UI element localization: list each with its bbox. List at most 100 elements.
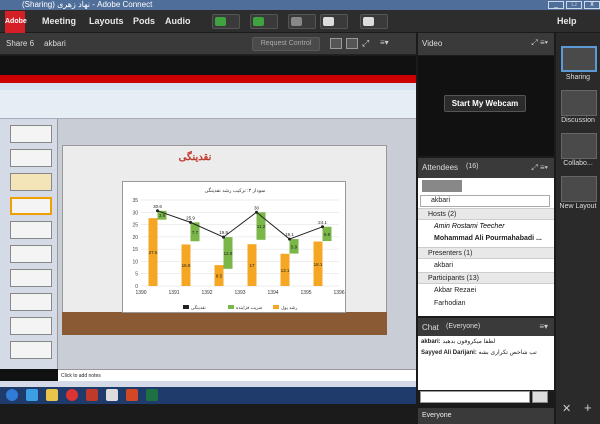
- slide-thumbnail[interactable]: [10, 341, 52, 359]
- menu-meeting[interactable]: Meeting: [42, 16, 76, 26]
- webcam-toggle[interactable]: [288, 14, 316, 29]
- windows-start-icon[interactable]: [6, 389, 18, 401]
- chat-recipient-bar[interactable]: Everyone: [418, 408, 554, 424]
- presenters-label: Presenters (1): [428, 250, 473, 257]
- menu-audio[interactable]: Audio: [165, 16, 191, 26]
- chat-pod-menu-icon[interactable]: ≡▾: [539, 322, 548, 331]
- data-label: 19.9: [219, 230, 228, 235]
- x-tick-label: 1390: [135, 290, 146, 296]
- slide-thumbnail-selected[interactable]: [10, 197, 52, 215]
- slide-thumbnails: [0, 119, 58, 369]
- x-tick-label: 1396: [333, 290, 344, 296]
- hosts-label: Hosts (2): [428, 211, 457, 218]
- minimize-button[interactable]: _: [548, 1, 564, 9]
- data-label: 18.1: [314, 262, 323, 267]
- data-label: 30: [254, 205, 260, 210]
- share-pod-title: Share 6: [6, 39, 35, 48]
- share-pod-header: Share 6 akbari Request Control ⤢ ≡▾: [0, 33, 416, 55]
- attendee-row: akbari: [418, 260, 554, 272]
- media-player-icon[interactable]: [66, 389, 78, 401]
- data-label: 25.9: [186, 215, 195, 220]
- chart-legend: رشد پول ضریب فزاینده نقدینگی: [183, 304, 298, 311]
- chart-title: نمودار ۴: ترکیب رشد نقدینگی: [204, 187, 265, 194]
- bar-chart: نمودار ۴: ترکیب رشد نقدینگی 051015202530…: [132, 187, 344, 311]
- attendee-name: Akbar Rezaei: [434, 287, 477, 294]
- fit-width-icon[interactable]: [330, 38, 342, 49]
- opera-icon[interactable]: [86, 389, 98, 401]
- layout-label: Discussion: [561, 117, 595, 124]
- attendee-row: Akbar Rezaei: [418, 285, 554, 297]
- liquidity-line: [157, 210, 323, 240]
- chat-recipient: Everyone: [422, 412, 452, 419]
- layout-label: Sharing: [565, 74, 591, 81]
- add-layout-icon[interactable]: +: [584, 400, 592, 415]
- slide-thumbnail[interactable]: [10, 245, 52, 263]
- slide-thumbnail[interactable]: [10, 293, 52, 311]
- microphone-toggle[interactable]: [250, 14, 278, 29]
- y-tick-label: 30: [132, 210, 138, 216]
- data-label: 3.6: [159, 213, 166, 218]
- raise-hand-button[interactable]: [360, 14, 388, 29]
- video-pod-header: Video ⤢ ≡▾: [418, 33, 554, 55]
- chart-container: نمودار ۴: ترکیب رشد نقدینگی 0 5 10 15 20 25 30…: [122, 181, 346, 313]
- hosts-section: Hosts (2): [418, 208, 554, 220]
- chat-send-button[interactable]: [532, 391, 548, 403]
- chat-message: Sayyed Ali Darijani: تب شاخص تکراری بشه: [421, 350, 537, 356]
- attendee-view-toggle[interactable]: [422, 180, 462, 192]
- menu-layouts[interactable]: Layouts: [89, 16, 124, 26]
- layout-new[interactable]: [561, 176, 597, 202]
- layout-collaboration[interactable]: [561, 133, 597, 159]
- participants-label: Participants (13): [428, 275, 479, 282]
- slide-thumbnail[interactable]: [10, 149, 52, 167]
- user-status-button[interactable]: [320, 14, 348, 29]
- slide-title: نقدینگی: [178, 152, 212, 163]
- legend-label: ضریب فزاینده: [236, 305, 263, 311]
- chat-messages: akbari: لطفا میکروفون بدهید Sayyed Ali D…: [418, 336, 554, 390]
- attendee-search-input[interactable]: akbari: [420, 195, 550, 207]
- fullscreen-icon[interactable]: [346, 38, 358, 49]
- chat-scope: (Everyone): [446, 323, 481, 330]
- excel-icon[interactable]: [146, 389, 158, 401]
- slide-thumbnail[interactable]: [10, 173, 52, 191]
- video-pod-menu-icon[interactable]: ⤢ ≡▾: [531, 38, 548, 48]
- menu-help[interactable]: Help: [557, 16, 577, 26]
- ie-icon[interactable]: [26, 389, 38, 401]
- slide-floor-decoration: [62, 312, 387, 335]
- window-titlebar: (Sharing) نهاد زهری - Adobe Connect _ □ …: [0, 0, 600, 10]
- ppt-ribbon-tabs: [0, 83, 416, 90]
- x-tick-label: 1394: [267, 290, 278, 296]
- data-label: 13.1: [281, 268, 290, 273]
- windows-taskbar: [0, 387, 416, 404]
- chart-bars: [148, 210, 332, 286]
- y-tick-label: 25: [132, 223, 138, 229]
- start-webcam-button[interactable]: Start My Webcam: [444, 95, 526, 112]
- slide-thumbnail[interactable]: [10, 125, 52, 143]
- speaker-toggle[interactable]: [212, 14, 240, 29]
- speaker-notes[interactable]: Click to add notes: [58, 369, 416, 381]
- layout-discussion[interactable]: [561, 90, 597, 116]
- chat-pod-header: Chat (Everyone) ≡▾: [418, 318, 554, 336]
- menu-pods[interactable]: Pods: [133, 16, 155, 26]
- powerpoint-icon[interactable]: [126, 389, 138, 401]
- close-button[interactable]: x: [584, 1, 600, 9]
- legend-swatch: [273, 305, 279, 309]
- pod-menu-icon[interactable]: ≡▾: [380, 38, 392, 49]
- slide-thumbnail[interactable]: [10, 221, 52, 239]
- app-icon[interactable]: [106, 389, 118, 401]
- expand-icon[interactable]: ⤢: [362, 38, 374, 49]
- presenters-section: Presenters (1): [418, 247, 554, 259]
- slide-thumbnail[interactable]: [10, 269, 52, 287]
- liquidity-point: [255, 210, 258, 214]
- maximize-button[interactable]: □: [566, 1, 582, 9]
- slide-thumbnail[interactable]: [10, 317, 52, 335]
- folder-icon[interactable]: [46, 389, 58, 401]
- chart-line: [156, 209, 324, 241]
- request-control-button[interactable]: Request Control: [252, 37, 320, 51]
- layout-sharing[interactable]: [561, 46, 597, 72]
- data-label: 17: [249, 263, 255, 268]
- attendee-name: Amin Rostami Teecher: [434, 223, 505, 230]
- attendees-pod-menu-icon[interactable]: ⤢ ≡▾: [531, 163, 548, 173]
- tools-icon[interactable]: ✕: [562, 402, 571, 415]
- data-label: 30.6: [153, 204, 162, 209]
- chat-input[interactable]: [420, 391, 530, 403]
